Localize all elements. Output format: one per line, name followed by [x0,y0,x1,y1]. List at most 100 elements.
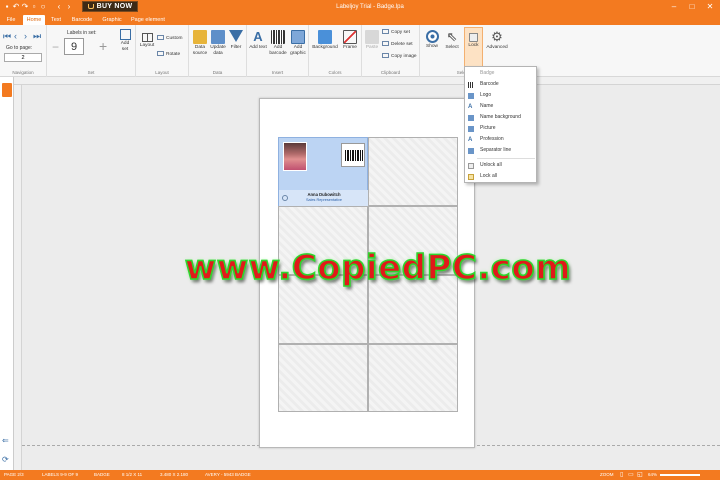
ribbon: ⏮ ‹ › ⏭ Go to page: Navigation Labels in… [0,25,720,77]
save-icon[interactable]: ▪ [3,2,11,12]
update-data-button[interactable]: Update data [209,30,227,56]
page-view-icon[interactable]: ▯ [620,470,623,480]
panel-toggle-icon[interactable] [2,83,12,97]
background-label: Background [312,45,338,50]
data-group-label: Data [212,70,223,75]
add-graphic-button[interactable]: Add graphic [288,30,308,56]
image-icon [468,92,474,99]
copy-set-button[interactable]: Copy set [382,29,410,36]
close-icon[interactable]: ✕ [702,0,718,14]
vertical-ruler [14,85,22,470]
badge-logo[interactable] [282,195,288,201]
back-icon[interactable]: ‹ [55,2,63,12]
badge-name[interactable]: Anna Dubowitch [279,192,369,197]
add-text-icon: A [253,29,263,44]
side-sync-icon[interactable]: ⟳ [2,455,12,465]
tab-home[interactable]: Home [23,15,45,25]
tab-text[interactable]: Text [48,15,64,25]
label-slot[interactable] [368,344,458,412]
cart-icon [87,4,94,9]
first-page-icon[interactable]: ⏮ [3,31,11,42]
status-type: BADGE [94,472,110,477]
tab-file[interactable]: File [3,15,19,25]
menu-item-label: Name [480,103,494,109]
badge-photo[interactable] [283,142,307,171]
barcode-icon [345,150,363,161]
badge-barcode[interactable] [341,143,365,167]
labels-in-set-label: Labels in set: [67,30,97,36]
navigation-group: ⏮ ‹ › ⏭ Go to page: Navigation [0,25,47,77]
forward-icon[interactable]: › [65,2,73,12]
badge-label-selected[interactable]: Anna Dubowitch Sales Representative [278,137,369,207]
layout-icon [141,33,153,42]
delete-set-button[interactable]: Delete set [382,41,413,48]
paste-button[interactable]: Paste [364,30,380,51]
add-barcode-button[interactable]: Add barcode [268,30,288,56]
menu-item-name-background[interactable]: Name background [465,112,536,123]
labels-in-set-value[interactable]: 9 [64,38,84,55]
advanced-button[interactable]: ⚙ Advanced [484,30,510,51]
add-graphic-label: Add graphic [290,45,306,56]
custom-button[interactable]: Custom [157,35,183,42]
menu-item-label: Logo [480,92,492,98]
label-slot[interactable] [368,137,458,206]
tab-barcode[interactable]: Barcode [70,15,94,25]
increase-icon[interactable]: + [99,38,107,54]
layout-button[interactable]: Layout [139,33,155,49]
filter-button[interactable]: Filter [227,30,245,51]
menu-item-barcode[interactable]: Barcode [465,79,536,90]
maximize-icon[interactable]: □ [684,0,700,14]
filter-icon [229,30,243,42]
width-view-icon[interactable]: ▭ [628,470,634,480]
decrease-icon[interactable]: − [52,40,59,54]
next-page-icon[interactable]: › [24,31,27,41]
last-page-icon[interactable]: ⏭ [33,31,41,42]
show-button[interactable]: Show [423,30,441,50]
fit-view-icon[interactable]: ◱ [637,470,643,480]
copy-image-button[interactable]: Copy image [382,53,417,60]
menu-item-lock-all[interactable]: Lock all [465,171,536,182]
status-paper-size: 8 1/2 X 11 [122,472,143,477]
tab-graphic[interactable]: Graphic [100,15,124,25]
menu-item-profession[interactable]: A Profession [465,134,536,145]
previous-page-icon[interactable]: ‹ [14,31,17,41]
menu-item-unlock-all[interactable]: Unlock all [465,160,536,171]
minimize-icon[interactable]: – [666,0,682,14]
buy-now-button[interactable]: BUY NOW [82,1,138,12]
clipboard-group-label: Clipboard [380,70,401,75]
go-to-page-input[interactable] [4,53,42,62]
menu-item-logo[interactable]: Logo [465,90,536,101]
horizontal-ruler [14,77,720,85]
status-template: AVERY - 5943 BADGE [205,472,251,477]
colors-group: Background Frame Colors [309,25,362,77]
window-title: Labeljoy Trial - Badge.lpa [336,4,404,10]
menu-item-name[interactable]: A Name [465,101,536,112]
add-text-button[interactable]: A Add text [249,30,267,51]
zoom-slider[interactable] [660,474,700,476]
add-set-button[interactable]: Add set [117,29,133,52]
background-button[interactable]: Background [312,30,338,51]
rotate-button[interactable]: Rotate [157,51,180,58]
side-arrow-icon[interactable]: ⇐ [2,437,12,445]
insert-group-label: Insert [271,70,284,75]
search-icon[interactable]: ○ [39,2,47,12]
gear-icon: ⚙ [491,29,503,44]
image-icon [468,114,474,121]
menu-item-picture[interactable]: Picture [465,123,536,134]
menu-item-separator-line[interactable]: Separator line [465,145,536,156]
add-barcode-label: Add barcode [269,45,287,56]
print-icon[interactable]: ▫ [30,2,38,12]
undo-icon[interactable]: ↶ [12,2,20,12]
frame-button[interactable]: Frame [340,30,360,51]
redo-icon[interactable]: ↷ [21,2,29,12]
image-icon [468,147,474,154]
lock-button[interactable]: Lock [464,27,483,69]
menu-separator [477,158,535,159]
left-panel-strip: ⇐ ⟳ [0,77,14,470]
label-slot[interactable] [278,344,368,412]
tab-page-element[interactable]: Page element [130,15,166,25]
data-source-button[interactable]: Data source [191,30,209,56]
badge-profession[interactable]: Sales Representative [279,198,369,202]
select-button[interactable]: ⇖ Select [443,30,461,51]
status-dimensions: 3.480 X 2.180 [160,472,189,477]
